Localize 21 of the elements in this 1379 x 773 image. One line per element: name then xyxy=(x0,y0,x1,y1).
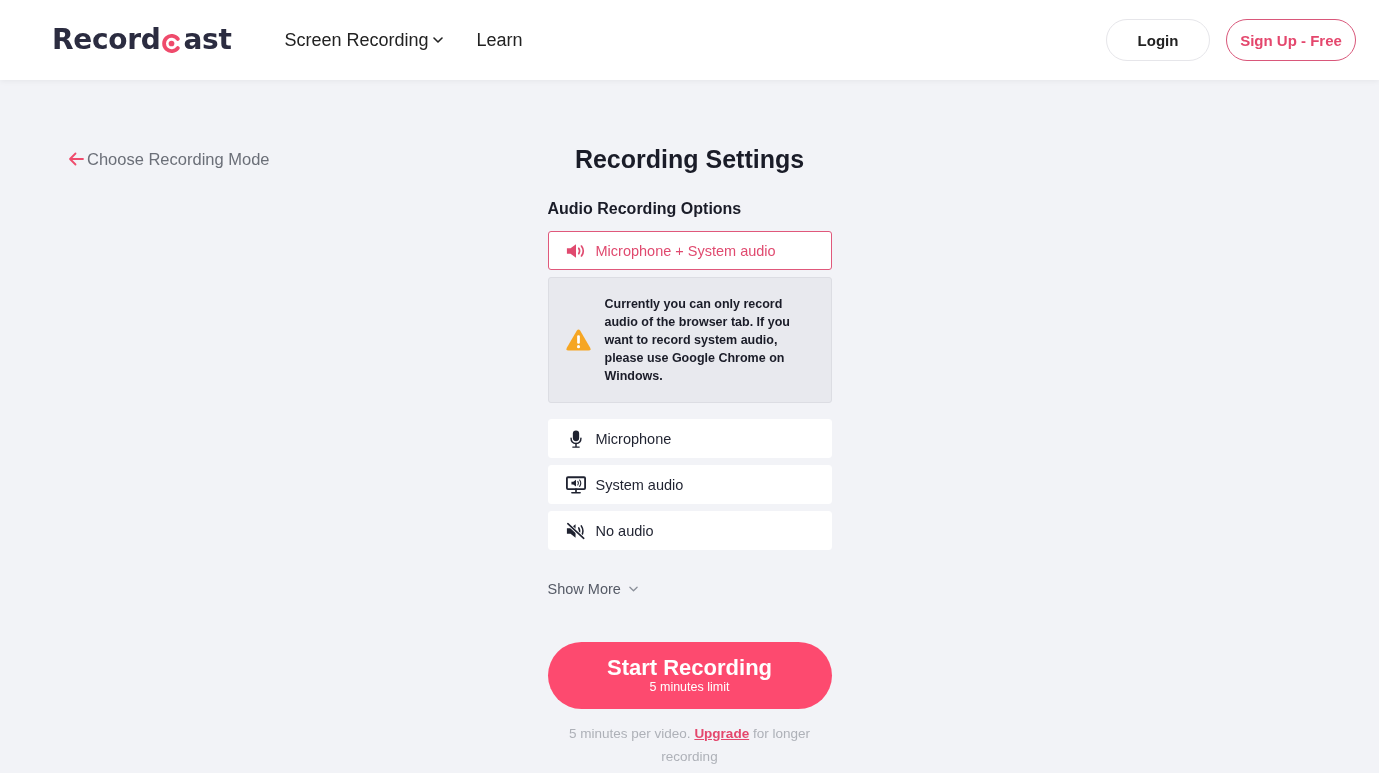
notice-text: Currently you can only record audio of the browser tab. If you want to record system audio, please use Google Chrome on Windows. xyxy=(604,296,791,385)
limit-note: 5 minutes per video. Upgrade for longer recording xyxy=(568,725,811,766)
back-link[interactable]: Choose Recording Mode xyxy=(68,144,270,174)
arrow-left-icon xyxy=(68,152,84,166)
warning-icon xyxy=(565,329,591,351)
target-icon xyxy=(162,33,182,53)
monitor-speaker-icon xyxy=(565,475,586,494)
muted-speaker-icon xyxy=(565,521,586,540)
logo-text: Record xyxy=(52,23,161,57)
section-heading: Audio Recording Options xyxy=(547,199,742,219)
signup-button[interactable]: Sign Up - Free xyxy=(1226,19,1356,61)
logo-text: ast xyxy=(183,23,232,57)
audio-option[interactable]: Microphone + System audio xyxy=(547,231,832,270)
show-more-link[interactable]: Show More xyxy=(547,579,638,599)
page-title: Recording Settings xyxy=(574,144,805,174)
nav-link[interactable]: Screen Recording xyxy=(284,29,443,51)
audio-option[interactable]: No audio xyxy=(547,511,832,550)
audio-option[interactable]: System audio xyxy=(547,465,832,504)
nav-link[interactable]: Learn xyxy=(476,29,523,51)
login-button[interactable]: Login xyxy=(1106,19,1210,61)
audio-option[interactable]: Microphone xyxy=(547,419,832,458)
